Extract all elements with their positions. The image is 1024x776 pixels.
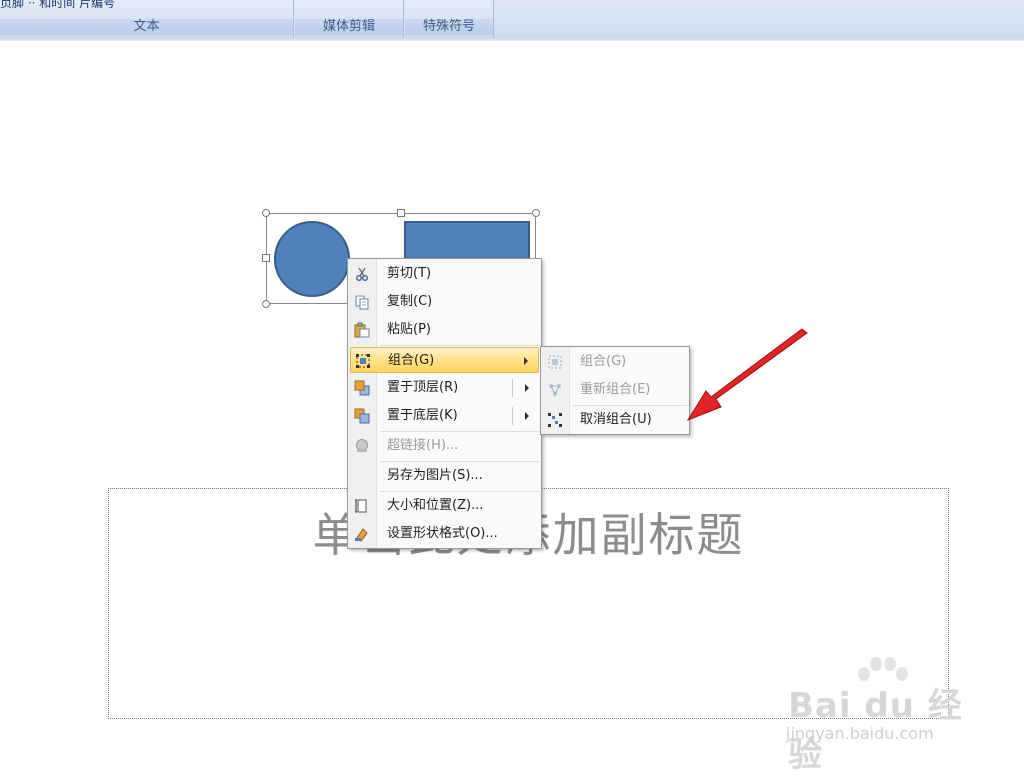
menu-item-label: 重新组合(E) <box>580 382 651 397</box>
submenu-arrow-icon[interactable] <box>525 412 529 420</box>
resize-handle-top-right[interactable] <box>532 209 540 217</box>
group-icon <box>547 354 563 370</box>
submenu-arrow-icon[interactable] <box>525 384 529 392</box>
ribbon-group-text: 页脚 ·· 和时间 片编号 文本 <box>0 0 294 38</box>
submenu-arrow-icon <box>524 357 528 365</box>
menu-item-label: 组合(G) <box>580 354 627 369</box>
menu-item-label: 组合(G) <box>388 353 435 368</box>
menu-item-send-to-back[interactable]: 置于底层(K) <box>350 403 539 429</box>
format-shape-icon <box>354 526 370 542</box>
ribbon-group-text-commands[interactable]: 页脚 ·· 和时间 片编号 <box>0 0 293 8</box>
ungroup-icon <box>547 412 563 428</box>
menu-item-hyperlink: 超链接(H)... <box>350 433 539 459</box>
menu-separator <box>380 345 539 346</box>
scissors-icon <box>354 266 370 282</box>
baidu-watermark: Bai du 经验 jingyan.baidu.com <box>780 656 980 775</box>
hyperlink-icon <box>354 438 370 454</box>
menu-split-divider <box>512 379 513 397</box>
menu-item-size-and-position[interactable]: 大小和位置(Z)... <box>350 493 539 519</box>
group-submenu: 组合(G) 重新组合(E) 取消组合(U) <box>540 346 690 435</box>
resize-handle-bottom-left[interactable] <box>262 300 270 308</box>
menu-item-label: 大小和位置(Z)... <box>387 498 484 513</box>
ribbon-group-label: 媒体剪辑 <box>295 19 403 35</box>
ribbon-divider <box>0 38 1024 41</box>
menu-item-format-shape[interactable]: 设置形状格式(O)... <box>350 521 539 547</box>
menu-item-label: 粘贴(P) <box>387 322 431 337</box>
menu-item-label: 置于顶层(R) <box>387 380 459 395</box>
submenu-item-regroup: 重新组合(E) <box>543 377 687 403</box>
bring-to-front-icon <box>354 380 370 396</box>
annotation-arrow-icon <box>686 328 808 422</box>
menu-item-cut[interactable]: 剪切(T) <box>350 261 539 287</box>
menu-item-label: 剪切(T) <box>387 266 432 281</box>
menu-item-label: 超链接(H)... <box>387 438 459 453</box>
ribbon: 页脚 ·· 和时间 片编号 文本 媒体剪辑 特殊符号 <box>0 0 1024 41</box>
submenu-item-group: 组合(G) <box>543 349 687 375</box>
menu-item-bring-to-front[interactable]: 置于顶层(R) <box>350 375 539 401</box>
menu-split-divider <box>512 407 513 425</box>
menu-separator <box>380 431 539 432</box>
send-to-back-icon <box>354 408 370 424</box>
submenu-item-ungroup[interactable]: 取消组合(U) <box>543 407 687 433</box>
menu-item-copy[interactable]: 复制(C) <box>350 289 539 315</box>
menu-separator <box>380 491 539 492</box>
watermark-url: jingyan.baidu.com <box>786 724 934 743</box>
ribbon-group-label: 文本 <box>0 19 293 35</box>
regroup-icon <box>547 382 563 398</box>
menu-item-label: 置于底层(K) <box>387 408 458 423</box>
menu-item-label: 设置形状格式(O)... <box>387 526 498 541</box>
ribbon-group-symbols: 特殊符号 <box>405 0 494 38</box>
resize-handle-top[interactable] <box>397 209 405 217</box>
ribbon-group-label: 特殊符号 <box>405 19 493 35</box>
ribbon-group-media: 媒体剪辑 <box>295 0 404 38</box>
resize-handle-left[interactable] <box>262 254 270 262</box>
size-position-icon <box>354 498 370 514</box>
group-icon <box>355 353 371 369</box>
context-menu: 剪切(T) 复制(C) 粘贴(P) 组合(G) 置于顶层(R) 置于底层(K) <box>347 258 542 549</box>
menu-item-label: 另存为图片(S)... <box>387 468 483 483</box>
menu-separator <box>380 461 539 462</box>
menu-item-paste[interactable]: 粘贴(P) <box>350 317 539 343</box>
resize-handle-top-left[interactable] <box>262 209 270 217</box>
menu-separator <box>573 405 687 406</box>
menu-item-label: 复制(C) <box>387 294 433 309</box>
menu-item-group[interactable]: 组合(G) <box>350 347 539 373</box>
copy-icon <box>354 294 370 310</box>
paste-icon <box>354 322 370 338</box>
menu-item-save-as-picture[interactable]: 另存为图片(S)... <box>350 463 539 489</box>
menu-item-label: 取消组合(U) <box>580 412 652 427</box>
